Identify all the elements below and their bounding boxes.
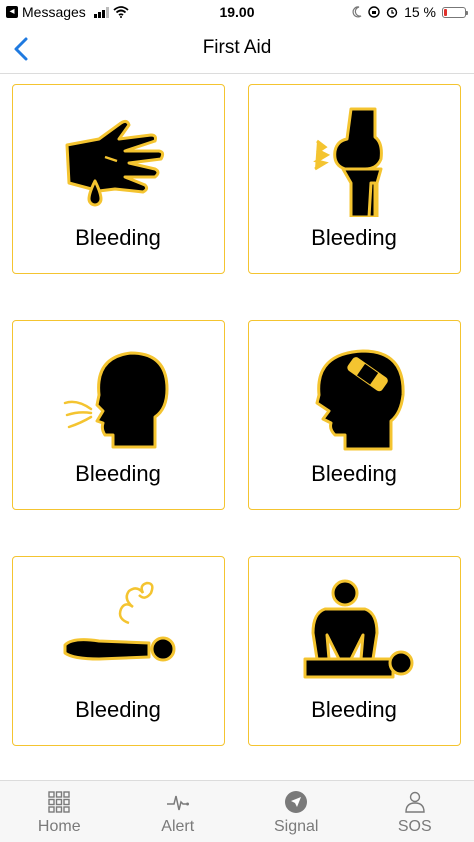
tab-label: Alert bbox=[161, 818, 195, 835]
first-aid-card[interactable]: Bleeding bbox=[12, 320, 225, 510]
status-right: 15 % bbox=[352, 4, 468, 20]
first-aid-grid: Bleeding Bleeding Bleeding Bleeding Blee… bbox=[0, 74, 474, 780]
tab-label: Signal bbox=[274, 818, 319, 835]
battery-icon bbox=[442, 6, 468, 18]
card-label: Bleeding bbox=[311, 697, 397, 722]
alarm-icon bbox=[386, 7, 398, 18]
first-aid-card[interactable]: Bleeding bbox=[248, 320, 461, 510]
navigation-bar: First Aid bbox=[0, 24, 474, 74]
cpr-icon bbox=[303, 579, 414, 679]
first-aid-card[interactable]: Bleeding bbox=[12, 556, 225, 746]
tab-alert[interactable]: Alert bbox=[119, 781, 238, 842]
location-arrow-icon bbox=[285, 791, 308, 813]
status-bar: ◂ Messages 19.00 15 % bbox=[0, 0, 474, 24]
choking-head-icon bbox=[63, 351, 169, 449]
card-label: Bleeding bbox=[75, 697, 161, 722]
grid-icon bbox=[48, 791, 70, 813]
battery-fill bbox=[444, 8, 447, 16]
card-label: Bleeding bbox=[75, 461, 161, 486]
heartbeat-icon bbox=[166, 795, 189, 811]
first-aid-card[interactable]: Bleeding bbox=[248, 84, 461, 274]
tab-home[interactable]: Home bbox=[0, 781, 119, 842]
person-icon bbox=[405, 791, 425, 813]
card-label: Bleeding bbox=[311, 461, 397, 486]
tab-label: SOS bbox=[397, 818, 432, 835]
card-label: Bleeding bbox=[311, 225, 397, 250]
head-bandage-icon bbox=[315, 349, 405, 451]
tab-bar: Home Alert Signal SOS bbox=[0, 780, 474, 842]
moon-icon bbox=[352, 6, 362, 18]
battery-percent: 15 % bbox=[404, 4, 436, 20]
screen-lock-icon bbox=[368, 6, 380, 18]
knee-injury-icon bbox=[313, 107, 383, 217]
card-label: Bleeding bbox=[75, 225, 161, 250]
page-title: First Aid bbox=[202, 37, 272, 58]
tab-signal[interactable]: Signal bbox=[237, 781, 356, 842]
bleeding-hand-icon bbox=[65, 119, 165, 207]
fainting-person-icon bbox=[63, 581, 176, 662]
first-aid-card[interactable]: Bleeding bbox=[248, 556, 461, 746]
tab-sos[interactable]: SOS bbox=[356, 781, 474, 842]
first-aid-card[interactable]: Bleeding bbox=[12, 84, 225, 274]
tab-label: Home bbox=[37, 818, 81, 835]
